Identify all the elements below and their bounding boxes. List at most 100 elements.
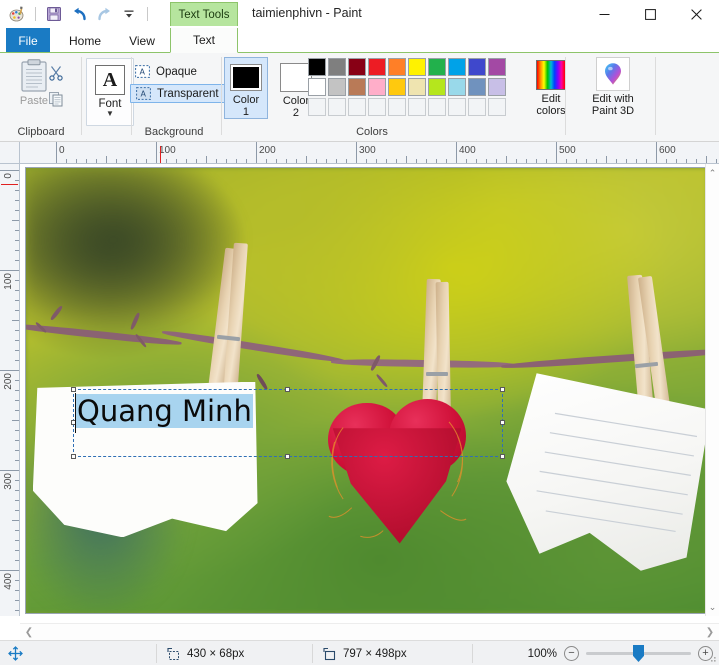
background-opaque-option[interactable]: A Opaque (130, 62, 202, 81)
canvas-area[interactable]: Quang Minh (20, 164, 719, 616)
paint-app-icon[interactable] (6, 3, 28, 25)
hruler-minor-tick (666, 159, 667, 163)
color-swatch-r2-c5[interactable] (388, 78, 406, 96)
hruler-minor-tick (246, 159, 247, 163)
hruler-minor-tick (576, 159, 577, 163)
vruler-minor-tick (15, 430, 19, 431)
resize-handle-top-center[interactable] (285, 387, 290, 392)
color-swatch-r2-c8[interactable] (448, 78, 466, 96)
vruler-label: 100 (3, 273, 14, 290)
tab-view[interactable]: View (118, 28, 166, 53)
edit-with-paint-3d-button[interactable]: Edit with Paint 3D (582, 57, 644, 123)
color-swatch-r1-c4[interactable] (368, 58, 386, 76)
photo-paper-right-lines (536, 412, 697, 532)
color-1-button[interactable]: Color 1 (224, 57, 268, 119)
background-transparent-option[interactable]: A Transparent (130, 84, 225, 103)
color-swatch-r2-c7[interactable] (428, 78, 446, 96)
vertical-scrollbar[interactable]: ⌃ ⌄ (705, 164, 719, 616)
hruler-minor-tick (106, 156, 107, 163)
hruler-minor-tick (176, 159, 177, 163)
tab-text[interactable]: Text (170, 28, 238, 53)
color-1-label-line2: 1 (242, 106, 250, 118)
color-swatch-r2-c2[interactable] (328, 78, 346, 96)
color-swatch-r1-c7[interactable] (428, 58, 446, 76)
minimize-button[interactable] (581, 0, 627, 28)
color-swatch-r2-c6[interactable] (408, 78, 426, 96)
vruler-minor-tick (15, 240, 19, 241)
color-swatch-r3-c1[interactable] (308, 98, 326, 116)
color-swatch-r2-c1[interactable] (308, 78, 326, 96)
maximize-button[interactable] (627, 0, 673, 28)
color-swatch-r1-c3[interactable] (348, 58, 366, 76)
edit-colors-label-line1: Edit (541, 93, 561, 105)
hruler-minor-tick (716, 159, 717, 163)
resize-handle-top-right[interactable] (500, 387, 505, 392)
text-selection-box[interactable]: Quang Minh (71, 387, 505, 459)
color-swatch-r1-c9[interactable] (468, 58, 486, 76)
resize-grip-icon[interactable] (707, 653, 717, 663)
scroll-right-arrow-icon[interactable]: ❯ (702, 624, 718, 640)
save-icon[interactable] (43, 3, 65, 25)
redo-icon[interactable] (93, 3, 115, 25)
zoom-slider-track[interactable] (586, 645, 691, 662)
color-swatch-r2-c10[interactable] (488, 78, 506, 96)
hruler-minor-tick (706, 156, 707, 163)
zoom-slider-thumb[interactable] (633, 645, 644, 662)
color-swatch-r3-c9[interactable] (468, 98, 486, 116)
vruler-minor-tick (12, 220, 19, 221)
vruler-minor-tick (15, 450, 19, 451)
resize-handle-bottom-left[interactable] (71, 454, 76, 459)
color-swatch-r3-c5[interactable] (388, 98, 406, 116)
hruler-minor-tick (66, 159, 67, 163)
zoom-out-button[interactable]: − (564, 646, 579, 661)
color-swatch-r3-c7[interactable] (428, 98, 446, 116)
resize-handle-top-left[interactable] (71, 387, 76, 392)
resize-handle-middle-right[interactable] (500, 420, 505, 425)
color-swatch-r1-c2[interactable] (328, 58, 346, 76)
color-swatch-r1-c1[interactable] (308, 58, 326, 76)
hruler-minor-tick (476, 159, 477, 163)
scroll-up-arrow-icon[interactable]: ⌃ (706, 165, 719, 181)
hruler-minor-tick (396, 159, 397, 163)
color-swatch-r2-c9[interactable] (468, 78, 486, 96)
resize-handle-bottom-center[interactable] (285, 454, 290, 459)
color-swatch-r3-c10[interactable] (488, 98, 506, 116)
color-swatch-r1-c8[interactable] (448, 58, 466, 76)
horizontal-scrollbar[interactable]: ❮ ❯ (20, 623, 719, 640)
color-swatch-r2-c3[interactable] (348, 78, 366, 96)
copy-button[interactable] (44, 87, 68, 111)
vruler-major-tick (0, 170, 19, 171)
image-size-indicator: 797 × 498px (322, 641, 407, 666)
color-swatch-r3-c6[interactable] (408, 98, 426, 116)
hruler-minor-tick (496, 159, 497, 163)
color-swatch-r3-c8[interactable] (448, 98, 466, 116)
hruler-minor-tick (626, 159, 627, 163)
tab-file[interactable]: File (6, 28, 50, 53)
color-swatch-r2-c4[interactable] (368, 78, 386, 96)
color-swatch-r3-c2[interactable] (328, 98, 346, 116)
color-swatch-r1-c5[interactable] (388, 58, 406, 76)
tab-home[interactable]: Home (58, 28, 112, 53)
undo-icon[interactable] (68, 3, 90, 25)
scroll-down-arrow-icon[interactable]: ⌄ (706, 599, 719, 615)
scroll-left-arrow-icon[interactable]: ❮ (21, 624, 37, 640)
vruler-minor-tick (15, 340, 19, 341)
color-swatch-r1-c10[interactable] (488, 58, 506, 76)
color-swatch-r1-c6[interactable] (408, 58, 426, 76)
resize-handle-bottom-right[interactable] (500, 454, 505, 459)
color-swatch-r3-c3[interactable] (348, 98, 366, 116)
vruler-major-tick (0, 370, 19, 371)
image-canvas[interactable]: Quang Minh (25, 167, 708, 614)
color-swatch-r3-c4[interactable] (368, 98, 386, 116)
close-button[interactable] (673, 0, 719, 28)
background-group-label: Background (144, 126, 204, 138)
cut-button[interactable] (44, 61, 68, 85)
tab-text-label: Text (192, 33, 215, 47)
customize-qat-icon[interactable] (118, 3, 140, 25)
chevron-down-icon[interactable]: ▼ (106, 110, 114, 118)
hruler-minor-tick (446, 159, 447, 163)
canvas-text-content[interactable]: Quang Minh (76, 394, 253, 428)
vruler-minor-tick (15, 330, 19, 331)
hruler-minor-tick (636, 159, 637, 163)
transparent-label: Transparent (157, 87, 219, 100)
